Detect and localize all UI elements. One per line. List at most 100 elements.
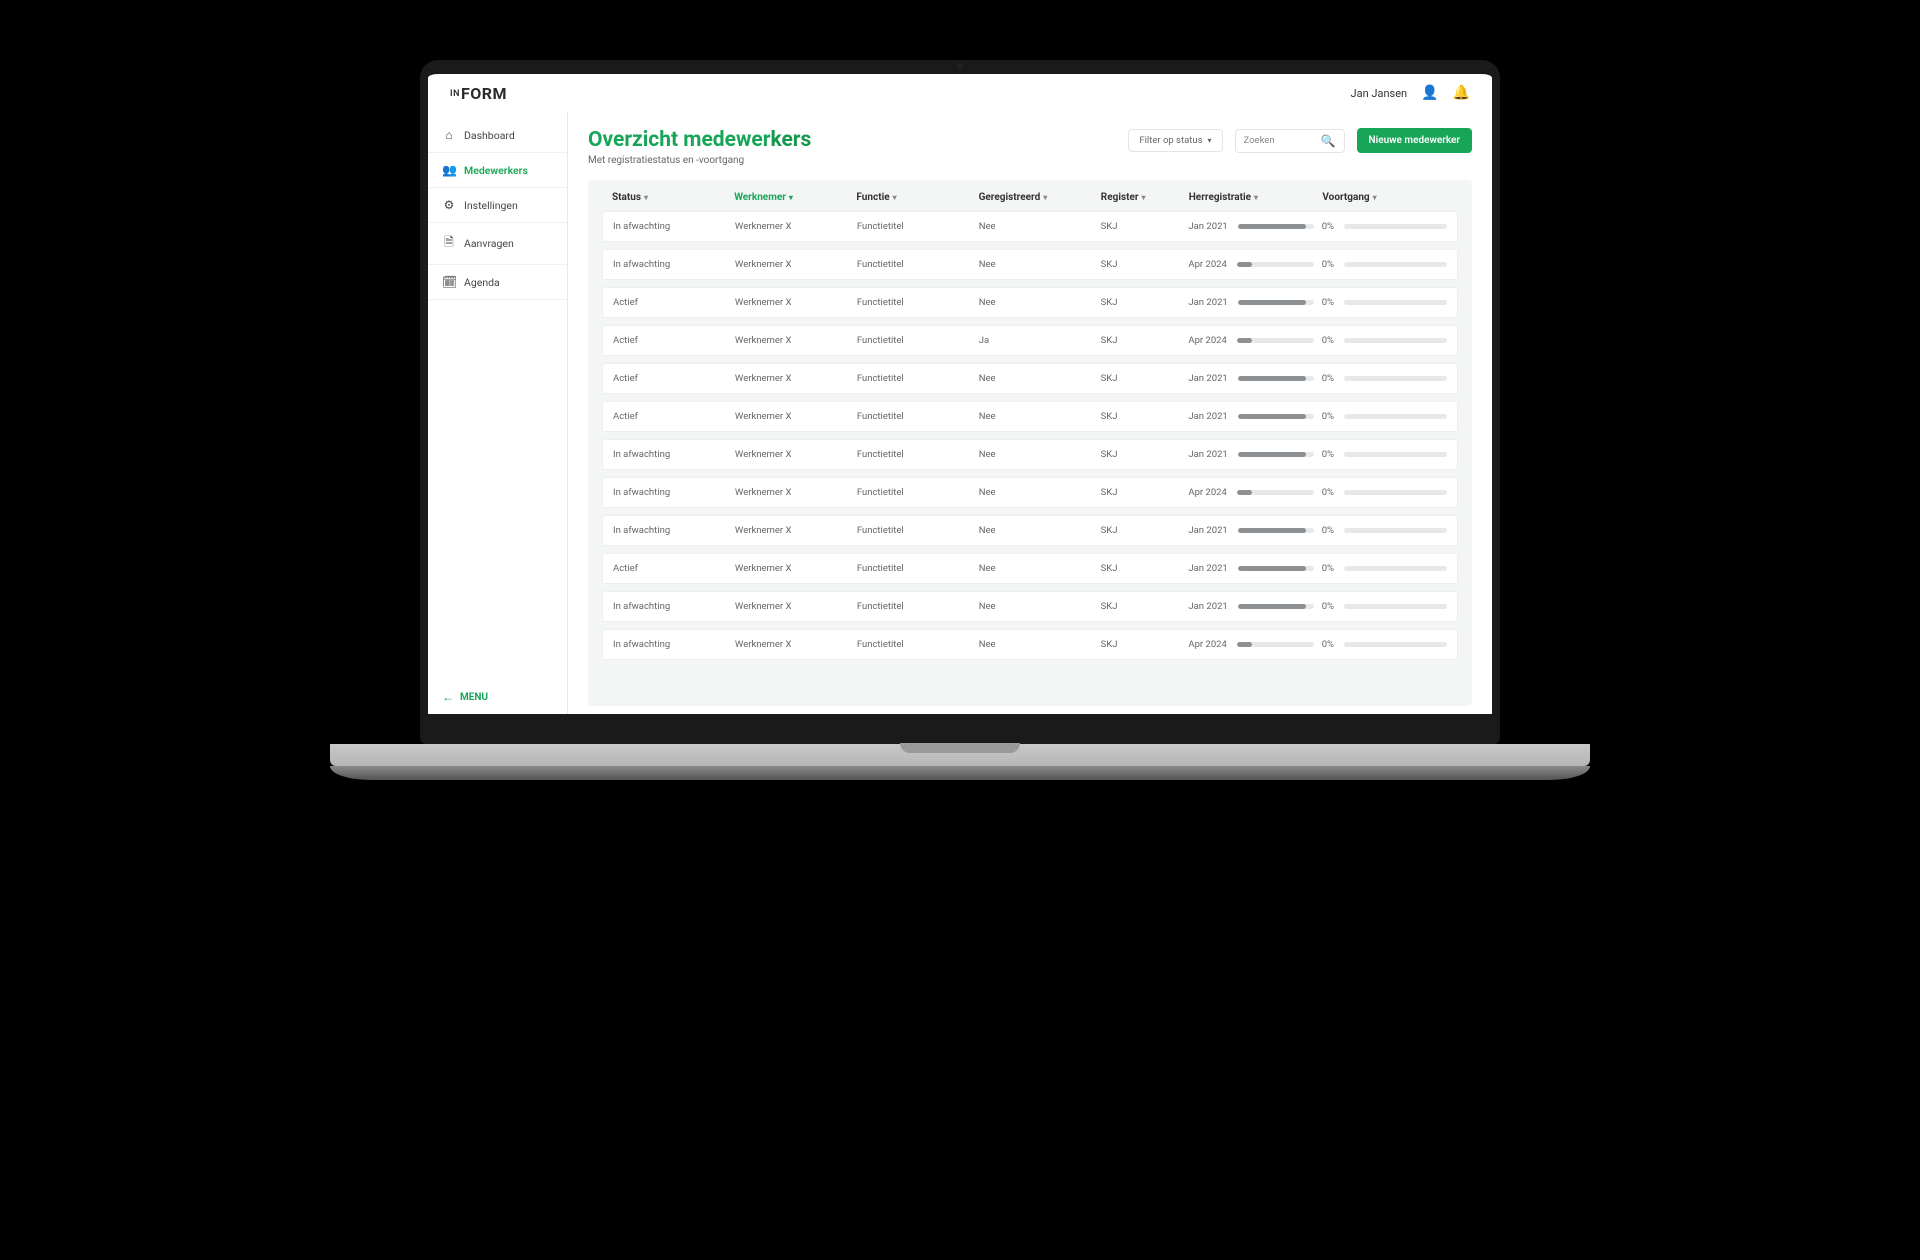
cell-herregistratie: Jan 2021 <box>1188 373 1313 384</box>
table-row[interactable]: In afwachtingWerknemer XFunctietitelNeeS… <box>602 591 1458 622</box>
cell-functie: Functietitel <box>857 259 971 270</box>
cell-voortgang: 0% <box>1322 639 1447 650</box>
table-row[interactable]: ActiefWerknemer XFunctietitelNeeSKJJan 2… <box>602 553 1458 584</box>
user-icon[interactable]: 👤 <box>1421 85 1438 101</box>
cell-status: In afwachting <box>613 639 727 650</box>
table-row[interactable]: ActiefWerknemer XFunctietitelNeeSKJJan 2… <box>602 401 1458 432</box>
voortgang-pct: 0% <box>1322 335 1334 346</box>
cell-voortgang: 0% <box>1322 221 1447 232</box>
cell-herregistratie: Apr 2024 <box>1188 259 1313 270</box>
sidebar-item-instellingen[interactable]: ⚙Instellingen <box>428 188 567 223</box>
table-row[interactable]: ActiefWerknemer XFunctietitelNeeSKJJan 2… <box>602 287 1458 318</box>
cell-geregistreerd: Nee <box>979 411 1093 422</box>
cell-werknemer: Werknemer X <box>735 487 849 498</box>
herreg-progress <box>1238 300 1314 305</box>
table-row[interactable]: In afwachtingWerknemer XFunctietitelNeeS… <box>602 477 1458 508</box>
search-icon[interactable]: 🔍 <box>1321 134 1336 148</box>
voortgang-progress <box>1344 300 1447 305</box>
page-title-bold: kers <box>770 128 811 152</box>
cell-voortgang: 0% <box>1322 297 1447 308</box>
herreg-progress <box>1238 224 1314 229</box>
cell-register: SKJ <box>1101 525 1181 536</box>
herreg-label: Jan 2021 <box>1188 373 1227 384</box>
col-status[interactable]: Status▾ <box>612 192 726 203</box>
col-herregistratie[interactable]: Herregistratie▾ <box>1189 192 1315 203</box>
herreg-label: Apr 2024 <box>1188 639 1226 650</box>
table-row[interactable]: ActiefWerknemer XFunctietitelNeeSKJJan 2… <box>602 363 1458 394</box>
cell-functie: Functietitel <box>857 487 971 498</box>
sidebar-item-dashboard[interactable]: ⌂Dashboard <box>428 118 567 153</box>
search-input[interactable] <box>1244 135 1315 146</box>
sidebar-item-aanvragen[interactable]: 🗎Aanvragen <box>428 223 567 265</box>
col-functie[interactable]: Functie▾ <box>856 192 970 203</box>
cell-geregistreerd: Nee <box>979 259 1093 270</box>
cell-herregistratie: Apr 2024 <box>1188 487 1313 498</box>
cell-geregistreerd: Nee <box>979 449 1093 460</box>
herreg-progress <box>1238 452 1314 457</box>
cell-voortgang: 0% <box>1322 525 1447 536</box>
cell-geregistreerd: Nee <box>979 297 1093 308</box>
cell-status: Actief <box>613 335 727 346</box>
cell-status: In afwachting <box>613 487 727 498</box>
cell-status: Actief <box>613 297 727 308</box>
cell-status: In afwachting <box>613 525 727 536</box>
cell-voortgang: 0% <box>1322 449 1447 460</box>
voortgang-pct: 0% <box>1322 259 1334 270</box>
menu-collapse[interactable]: ← MENU <box>428 680 567 714</box>
cell-herregistratie: Jan 2021 <box>1188 411 1313 422</box>
cell-werknemer: Werknemer X <box>735 221 849 232</box>
table-row[interactable]: In afwachtingWerknemer XFunctietitelNeeS… <box>602 439 1458 470</box>
voortgang-progress <box>1344 566 1447 571</box>
voortgang-pct: 0% <box>1322 601 1334 612</box>
brand-main: FORM <box>461 84 507 103</box>
herreg-progress <box>1237 642 1314 647</box>
cell-functie: Functietitel <box>857 335 971 346</box>
cell-functie: Functietitel <box>857 639 971 650</box>
cell-werknemer: Werknemer X <box>735 449 849 460</box>
page-title-light: Overzicht medewer <box>588 128 770 152</box>
cell-voortgang: 0% <box>1322 373 1447 384</box>
search-box[interactable]: 🔍 <box>1235 129 1345 153</box>
table-row[interactable]: In afwachtingWerknemer XFunctietitelNeeS… <box>602 629 1458 660</box>
voortgang-progress <box>1344 414 1447 419</box>
col-voortgang[interactable]: Voortgang▾ <box>1322 192 1448 203</box>
voortgang-progress <box>1344 604 1447 609</box>
cell-register: SKJ <box>1101 259 1181 270</box>
voortgang-progress <box>1344 224 1447 229</box>
col-geregistreerd[interactable]: Geregistreerd▾ <box>979 192 1093 203</box>
cell-functie: Functietitel <box>857 525 971 536</box>
cell-werknemer: Werknemer X <box>735 335 849 346</box>
bell-icon[interactable]: 🔔 <box>1453 85 1470 101</box>
cell-register: SKJ <box>1101 221 1181 232</box>
table-row[interactable]: In afwachtingWerknemer XFunctietitelNeeS… <box>602 515 1458 546</box>
sidebar-item-medewerkers[interactable]: 👥Medewerkers <box>428 153 567 188</box>
cell-register: SKJ <box>1101 411 1181 422</box>
table-row[interactable]: In afwachtingWerknemer XFunctietitelNeeS… <box>602 211 1458 242</box>
sidebar-item-label: Aanvragen <box>464 237 514 250</box>
col-register[interactable]: Register▾ <box>1101 192 1181 203</box>
table-row[interactable]: In afwachtingWerknemer XFunctietitelNeeS… <box>602 249 1458 280</box>
cell-geregistreerd: Nee <box>979 525 1093 536</box>
cell-voortgang: 0% <box>1322 335 1447 346</box>
cell-geregistreerd: Nee <box>979 639 1093 650</box>
nav-icon: ⌂ <box>442 128 456 142</box>
cell-register: SKJ <box>1101 487 1181 498</box>
cell-functie: Functietitel <box>857 221 971 232</box>
cell-register: SKJ <box>1101 373 1181 384</box>
cell-herregistratie: Jan 2021 <box>1188 525 1313 536</box>
cell-voortgang: 0% <box>1322 259 1447 270</box>
cell-functie: Functietitel <box>857 297 971 308</box>
herreg-label: Jan 2021 <box>1188 525 1227 536</box>
voortgang-progress <box>1344 338 1447 343</box>
new-employee-button[interactable]: Nieuwe medewerker <box>1357 128 1472 153</box>
cell-geregistreerd: Nee <box>979 373 1093 384</box>
chevron-down-icon: ▾ <box>1373 193 1377 202</box>
cell-register: SKJ <box>1101 639 1181 650</box>
col-werknemer[interactable]: Werknemer▾ <box>734 192 848 203</box>
cell-voortgang: 0% <box>1322 487 1447 498</box>
cell-herregistratie: Jan 2021 <box>1188 221 1313 232</box>
table-row[interactable]: ActiefWerknemer XFunctietitelJaSKJApr 20… <box>602 325 1458 356</box>
sidebar-item-agenda[interactable]: 🗓Agenda <box>428 265 567 300</box>
cell-voortgang: 0% <box>1322 601 1447 612</box>
filter-status-dropdown[interactable]: Filter op status ▾ <box>1128 129 1222 152</box>
